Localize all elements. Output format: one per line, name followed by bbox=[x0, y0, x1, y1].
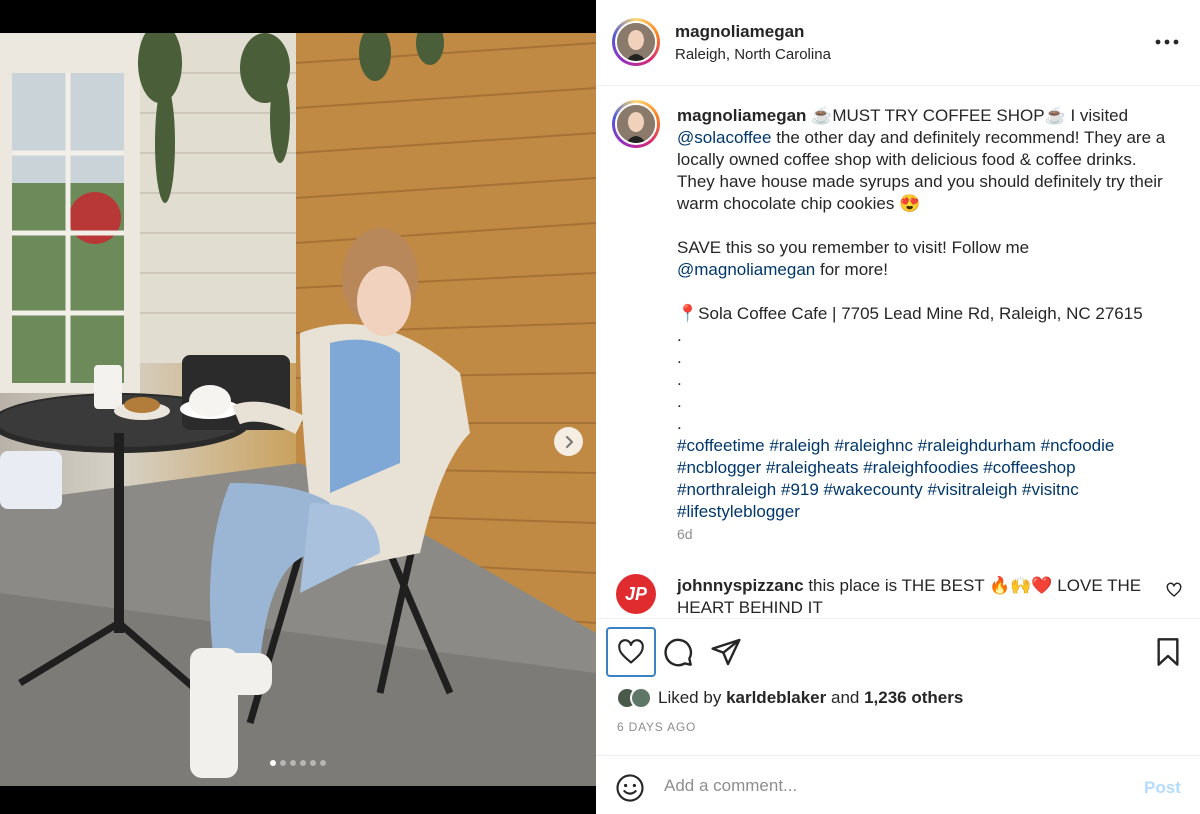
post-header: magnoliamegan Raleigh, North Carolina bbox=[596, 0, 1200, 86]
likes-prefix: Liked by bbox=[658, 688, 722, 707]
hashtag-link[interactable]: #northraleigh bbox=[677, 480, 776, 499]
commenter-username[interactable]: johnnyspizzanc bbox=[677, 576, 804, 595]
post-date[interactable]: 6 DAYS AGO bbox=[617, 720, 696, 734]
carousel-dot bbox=[300, 760, 306, 766]
carousel-dot bbox=[270, 760, 276, 766]
post-comment-button[interactable]: Post bbox=[1144, 778, 1181, 798]
hashtag-link[interactable]: #coffeetime bbox=[677, 436, 765, 455]
caption-dot: . bbox=[677, 348, 682, 367]
heart-outline-icon bbox=[618, 639, 644, 664]
commenter-avatar[interactable]: JP bbox=[616, 574, 656, 614]
share-button[interactable] bbox=[710, 636, 742, 668]
hashtag-link[interactable]: #ncfoodie bbox=[1041, 436, 1115, 455]
caption-dot: . bbox=[677, 370, 682, 389]
caption-author-avatar[interactable] bbox=[612, 100, 660, 148]
save-button[interactable] bbox=[1152, 636, 1184, 668]
add-comment-bar: Post bbox=[596, 755, 1200, 814]
heart-outline-icon bbox=[1166, 582, 1182, 597]
avatar-photo bbox=[615, 103, 657, 145]
caption-dot: . bbox=[677, 326, 682, 345]
caption-username[interactable]: magnoliamegan bbox=[677, 106, 806, 125]
speech-bubble-icon bbox=[664, 638, 693, 667]
comment-text: johnnyspizzanc this place is THE BEST 🔥🙌… bbox=[677, 575, 1147, 618]
liker-avatar[interactable] bbox=[630, 687, 652, 709]
likes-text[interactable]: Liked by karldeblaker and 1,236 others bbox=[658, 688, 963, 708]
caption-section: magnoliamegan ☕MUST TRY COFFEE SHOP☕ I v… bbox=[596, 86, 1200, 618]
hashtag-link[interactable]: #raleigheats bbox=[766, 458, 859, 477]
likes-and: and bbox=[830, 688, 860, 707]
next-photo-button[interactable] bbox=[554, 427, 583, 456]
caption-paragraph-2: SAVE this so you remember to visit! Foll… bbox=[677, 237, 1167, 281]
carousel-dot bbox=[280, 760, 286, 766]
hashtag-link[interactable]: #raleighfoodies bbox=[863, 458, 978, 477]
hashtag-link[interactable]: #visitraleigh bbox=[928, 480, 1018, 499]
caption-line: for more! bbox=[819, 260, 888, 279]
caption-timestamp[interactable]: 6d bbox=[677, 526, 693, 542]
carousel-dot bbox=[290, 760, 296, 766]
likes-summary: Liked by karldeblaker and 1,236 others bbox=[616, 685, 963, 711]
author-username[interactable]: magnoliamegan bbox=[675, 22, 804, 42]
chevron-right-icon bbox=[565, 435, 573, 448]
more-options-icon bbox=[1155, 39, 1179, 45]
comment-input[interactable] bbox=[664, 770, 1124, 802]
hashtag-link[interactable]: #lifestyleblogger bbox=[677, 502, 800, 521]
mention-link[interactable]: @solacoffee bbox=[677, 128, 771, 147]
comment-like-button[interactable] bbox=[1166, 582, 1182, 598]
caption-address: 📍Sola Coffee Cafe | 7705 Lead Mine Rd, R… bbox=[677, 304, 1143, 323]
carousel-dot bbox=[310, 760, 316, 766]
hashtag-link[interactable]: #ncblogger bbox=[677, 458, 761, 477]
caption-line: SAVE this so you remember to visit! Foll… bbox=[677, 238, 1030, 257]
post-location[interactable]: Raleigh, North Carolina bbox=[675, 46, 831, 63]
action-bar: Liked by karldeblaker and 1,236 others 6… bbox=[596, 618, 1200, 755]
carousel-dot bbox=[320, 760, 326, 766]
hashtag-link[interactable]: #raleigh bbox=[769, 436, 830, 455]
carousel-indicator bbox=[0, 760, 596, 766]
hashtag-link[interactable]: #coffeeshop bbox=[983, 458, 1075, 477]
hashtag-link[interactable]: #visitnc bbox=[1022, 480, 1079, 499]
comment-button[interactable] bbox=[662, 636, 694, 668]
avatar-illustration bbox=[617, 23, 655, 61]
caption-paragraph-1: magnoliamegan ☕MUST TRY COFFEE SHOP☕ I v… bbox=[677, 105, 1167, 215]
bookmark-icon bbox=[1157, 638, 1179, 666]
caption-text: magnoliamegan ☕MUST TRY COFFEE SHOP☕ I v… bbox=[677, 105, 1167, 523]
avatar-photo bbox=[615, 21, 657, 63]
liker-username[interactable]: karldeblaker bbox=[726, 688, 826, 707]
hashtag-link[interactable]: #919 bbox=[781, 480, 819, 499]
hashtag-list: #coffeetime #raleigh #raleighnc #raleigh… bbox=[677, 435, 1167, 523]
caption-dot: . bbox=[677, 414, 682, 433]
author-avatar[interactable] bbox=[612, 18, 660, 66]
more-options-button[interactable] bbox=[1152, 28, 1182, 56]
post-photo[interactable] bbox=[0, 33, 596, 786]
like-button[interactable] bbox=[606, 627, 656, 677]
hashtag-link[interactable]: #raleighdurham bbox=[918, 436, 1036, 455]
caption-line: ☕MUST TRY COFFEE SHOP☕ I visited bbox=[811, 106, 1129, 125]
mention-link[interactable]: @magnoliamegan bbox=[677, 260, 815, 279]
caption-dot: . bbox=[677, 392, 682, 411]
photo-illustration bbox=[0, 33, 596, 786]
smiley-icon bbox=[616, 774, 644, 802]
post-sidebar: magnoliamegan Raleigh, North Carolina ma… bbox=[596, 0, 1200, 814]
hashtag-link[interactable]: #raleighnc bbox=[835, 436, 913, 455]
paper-plane-icon bbox=[711, 638, 741, 666]
emoji-button[interactable] bbox=[615, 773, 645, 803]
hashtag-link[interactable]: #wakecounty bbox=[824, 480, 923, 499]
avatar-illustration bbox=[617, 105, 655, 143]
photo-pane bbox=[0, 0, 596, 814]
likes-count[interactable]: 1,236 others bbox=[864, 688, 963, 707]
